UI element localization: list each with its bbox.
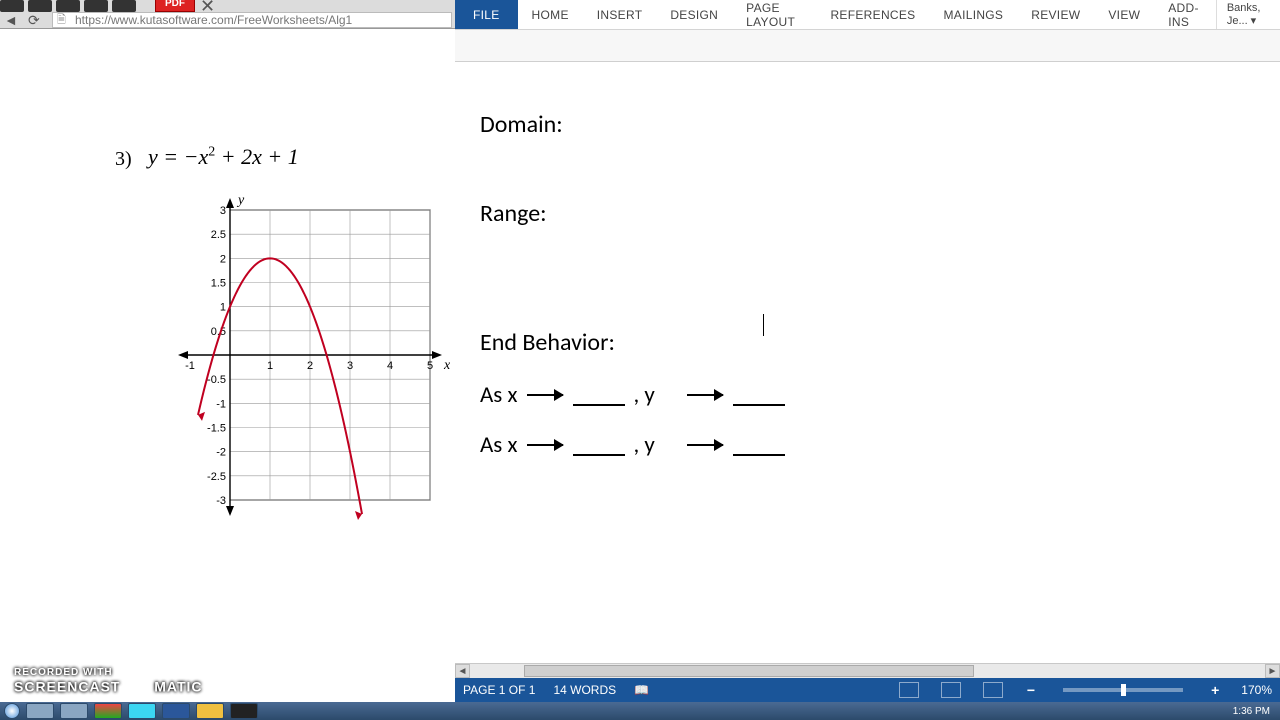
word-count[interactable]: 14 WORDS	[553, 683, 616, 697]
ribbon-tab-file[interactable]: FILE	[455, 0, 518, 29]
browser-print-icon[interactable]	[112, 0, 136, 12]
end-behavior-line-2: As x , y	[480, 431, 1260, 459]
browser-forward-icon[interactable]	[28, 0, 52, 12]
graph: xy-3-2.5-2-1.5-1-0.50.511.522.53-112345	[120, 185, 450, 525]
pdf-browser-pane: PDF ✕ ◄ ⟳ https://www.kutasoftware.com/F…	[0, 0, 455, 720]
ribbon-band	[455, 30, 1280, 62]
document-body[interactable]: Domain: Range: End Behavior: As x , y As…	[480, 110, 1260, 481]
browser-icon-row	[0, 0, 136, 12]
arrow-icon	[687, 394, 723, 396]
scroll-left-icon[interactable]: ◄	[455, 664, 470, 678]
svg-text:-1: -1	[216, 398, 226, 410]
arrow-icon	[527, 444, 563, 446]
zoom-out-button[interactable]: −	[1023, 682, 1039, 698]
svg-text:3: 3	[347, 360, 353, 372]
browser-home2-icon[interactable]	[84, 0, 108, 12]
svg-text:4: 4	[387, 360, 393, 372]
ribbon-tabs: FILEHOMEINSERTDESIGNPAGE LAYOUTREFERENCE…	[455, 0, 1280, 30]
svg-text:-2.5: -2.5	[207, 471, 226, 483]
svg-text:y: y	[236, 193, 245, 208]
problem-number: 3)	[115, 148, 132, 171]
svg-text:1: 1	[220, 302, 226, 314]
url-bar[interactable]: https://www.kutasoftware.com/FreeWorkshe…	[52, 12, 452, 28]
watermark-logo-icon	[127, 678, 147, 698]
svg-text:2: 2	[220, 253, 226, 265]
ribbon-tab-mailings[interactable]: MAILINGS	[929, 0, 1017, 29]
pdf-badge: PDF	[155, 0, 195, 12]
windows-taskbar[interactable]: 1:36 PM	[0, 702, 1280, 720]
ribbon-tab-view[interactable]: VIEW	[1094, 0, 1154, 29]
page-indicator[interactable]: PAGE 1 OF 1	[463, 683, 535, 697]
ie-icon[interactable]	[128, 703, 156, 719]
arrow-icon	[527, 394, 563, 396]
svg-text:-2: -2	[216, 447, 226, 459]
svg-text:5: 5	[427, 360, 433, 372]
scroll-right-icon[interactable]: ►	[1265, 664, 1280, 678]
horizontal-scrollbar[interactable]: ◄ ►	[455, 663, 1280, 678]
ribbon-tab-review[interactable]: REVIEW	[1017, 0, 1094, 29]
screencast-watermark: RECORDED WITH SCREENCAST MATIC	[14, 667, 203, 698]
as-x-text: As x	[480, 431, 517, 459]
domain-label: Domain:	[480, 110, 1260, 139]
ribbon-tab-page-layout[interactable]: PAGE LAYOUT	[732, 0, 816, 29]
svg-text:3: 3	[220, 205, 226, 217]
browser-home-icon[interactable]	[56, 0, 80, 12]
svg-text:-1: -1	[185, 360, 195, 372]
taskbar-app-icon[interactable]	[230, 703, 258, 719]
system-clock[interactable]: 1:36 PM	[1227, 706, 1276, 717]
word-icon[interactable]	[162, 703, 190, 719]
taskbar-app-icon[interactable]	[60, 703, 88, 719]
browser-back-icon[interactable]	[0, 0, 24, 12]
ribbon-tab-references[interactable]: REFERENCES	[816, 0, 929, 29]
start-button[interactable]	[4, 703, 20, 719]
status-bar: PAGE 1 OF 1 14 WORDS 📖 − + 170%	[455, 678, 1280, 702]
blank-field[interactable]	[573, 388, 625, 406]
svg-text:1: 1	[267, 360, 273, 372]
account-name[interactable]: Banks, Je... ▾	[1216, 0, 1280, 29]
ribbon-tab-home[interactable]: HOME	[518, 0, 583, 29]
chrome-icon[interactable]	[94, 703, 122, 719]
ribbon-tab-design[interactable]: DESIGN	[656, 0, 732, 29]
as-x-text: As x	[480, 381, 517, 409]
end-behavior-line-1: As x , y	[480, 381, 1260, 409]
comma-y-text: , y	[633, 381, 654, 409]
comma-y-text: , y	[633, 431, 654, 459]
reload-icon[interactable]: ⟳	[28, 12, 40, 29]
svg-text:x: x	[443, 358, 450, 373]
taskbar-app-icon[interactable]	[196, 703, 224, 719]
arrow-icon	[687, 444, 723, 446]
ribbon-tab-add-ins[interactable]: ADD-INS	[1154, 0, 1216, 29]
zoom-in-button[interactable]: +	[1207, 682, 1223, 698]
nav-back-icon[interactable]: ◄	[4, 12, 18, 28]
zoom-slider[interactable]	[1063, 688, 1183, 692]
word-window: FILEHOMEINSERTDESIGNPAGE LAYOUTREFERENCE…	[455, 0, 1280, 720]
watermark-line1: RECORDED WITH	[14, 667, 203, 678]
scroll-thumb[interactable]	[524, 665, 974, 677]
svg-text:2.5: 2.5	[211, 229, 226, 241]
scroll-track[interactable]	[470, 664, 1265, 678]
range-label: Range:	[480, 199, 1260, 228]
blank-field[interactable]	[573, 438, 625, 456]
svg-text:1.5: 1.5	[211, 278, 226, 290]
web-layout-icon[interactable]	[983, 682, 1003, 698]
svg-text:-3: -3	[216, 495, 226, 507]
watermark-line2a: SCREENCAST	[14, 679, 120, 695]
watermark-line2b: MATIC	[154, 679, 202, 695]
svg-text:-1.5: -1.5	[207, 423, 226, 435]
print-layout-icon[interactable]	[941, 682, 961, 698]
problem-equation: y = −x2 + 2x + 1	[148, 144, 299, 170]
text-caret	[763, 314, 764, 336]
read-mode-icon[interactable]	[899, 682, 919, 698]
proofing-icon[interactable]: 📖	[634, 683, 649, 697]
ribbon-tab-insert[interactable]: INSERT	[583, 0, 657, 29]
end-behavior-label: End Behavior:	[480, 328, 1260, 357]
blank-field[interactable]	[733, 388, 785, 406]
zoom-level[interactable]: 170%	[1241, 683, 1272, 697]
browser-toolbar: PDF ✕ ◄ ⟳ https://www.kutasoftware.com/F…	[0, 0, 455, 29]
svg-text:-0.5: -0.5	[207, 374, 226, 386]
blank-field[interactable]	[733, 438, 785, 456]
svg-text:2: 2	[307, 360, 313, 372]
explorer-icon[interactable]	[26, 703, 54, 719]
